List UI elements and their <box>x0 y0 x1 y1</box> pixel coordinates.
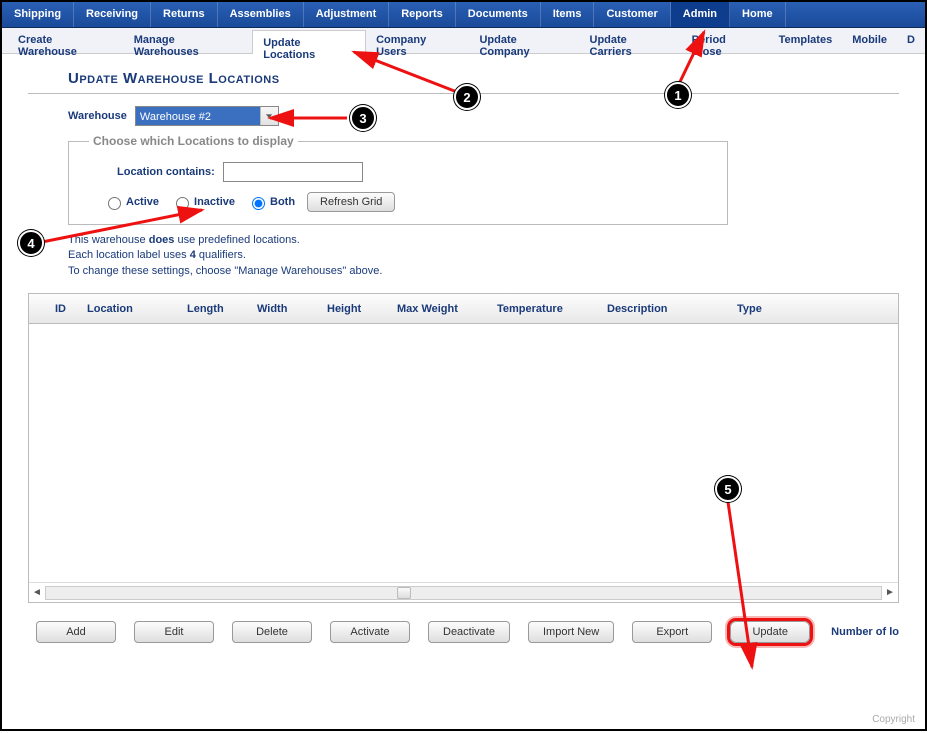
subnav-update-company[interactable]: Update Company <box>469 28 579 53</box>
col-length[interactable]: Length <box>179 297 249 321</box>
horizontal-scrollbar[interactable]: ◄ ► <box>29 582 898 602</box>
nav-admin[interactable]: Admin <box>671 2 730 27</box>
subnav-update-carriers[interactable]: Update Carriers <box>580 28 682 53</box>
warehouse-select[interactable]: Warehouse #2 <box>135 106 279 126</box>
col-location[interactable]: Location <box>79 297 179 321</box>
activate-button[interactable]: Activate <box>330 621 410 643</box>
subnav-manage-warehouses[interactable]: Manage Warehouses <box>124 28 253 53</box>
scroll-track[interactable] <box>45 586 882 600</box>
info-text: To change these settings, choose "Manage… <box>68 264 899 279</box>
info-text: use predefined locations. <box>174 234 299 246</box>
radio-active[interactable] <box>108 197 121 210</box>
col-temperature[interactable]: Temperature <box>489 297 599 321</box>
sub-nav: Create Warehouse Manage Warehouses Updat… <box>2 28 925 54</box>
subnav-period-close[interactable]: Period Close <box>682 28 769 53</box>
page-title: Update Warehouse Locations <box>28 66 899 94</box>
add-button[interactable]: Add <box>36 621 116 643</box>
import-new-button[interactable]: Import New <box>528 621 614 643</box>
refresh-grid-button[interactable]: Refresh Grid <box>307 192 395 212</box>
radio-both[interactable] <box>252 197 265 210</box>
subnav-create-warehouse[interactable]: Create Warehouse <box>8 28 124 53</box>
subnav-company-users[interactable]: Company Users <box>366 28 469 53</box>
nav-items[interactable]: Items <box>541 2 595 27</box>
col-max-weight[interactable]: Max Weight <box>389 297 489 321</box>
deactivate-button[interactable]: Deactivate <box>428 621 510 643</box>
nav-assemblies[interactable]: Assemblies <box>218 2 304 27</box>
info-text: Each location label uses <box>68 249 190 261</box>
col-id[interactable]: ID <box>29 297 79 321</box>
info-block: This warehouse does use predefined locat… <box>28 233 899 279</box>
filters-fieldset: Choose which Locations to display Locati… <box>68 134 728 225</box>
col-type[interactable]: Type <box>729 297 809 321</box>
grid-body[interactable] <box>29 324 898 582</box>
nav-documents[interactable]: Documents <box>456 2 541 27</box>
radio-both-label[interactable]: Both <box>247 194 295 210</box>
radio-active-label[interactable]: Active <box>103 194 159 210</box>
nav-returns[interactable]: Returns <box>151 2 218 27</box>
update-button[interactable]: Update <box>730 621 810 643</box>
radio-inactive-label[interactable]: Inactive <box>171 194 235 210</box>
info-text: qualifiers. <box>196 249 246 261</box>
edit-button[interactable]: Edit <box>134 621 214 643</box>
location-contains-label: Location contains: <box>117 166 215 178</box>
action-bar: Add Edit Delete Activate Deactivate Impo… <box>28 603 899 643</box>
info-bold: does <box>149 234 175 246</box>
info-text: This warehouse <box>68 234 149 246</box>
radio-active-text: Active <box>126 196 159 208</box>
subnav-truncated[interactable]: D <box>897 28 925 53</box>
subnav-mobile[interactable]: Mobile <box>842 28 897 53</box>
grid-header: ID Location Length Width Height Max Weig… <box>29 294 898 324</box>
col-height[interactable]: Height <box>319 297 389 321</box>
number-of-locations-label: Number of lo <box>831 626 899 638</box>
nav-customer[interactable]: Customer <box>594 2 670 27</box>
nav-home[interactable]: Home <box>730 2 786 27</box>
top-nav: Shipping Receiving Returns Assemblies Ad… <box>2 2 925 28</box>
col-width[interactable]: Width <box>249 297 319 321</box>
subnav-templates[interactable]: Templates <box>769 28 843 53</box>
scroll-thumb[interactable] <box>397 587 411 599</box>
delete-button[interactable]: Delete <box>232 621 312 643</box>
filters-legend: Choose which Locations to display <box>89 134 298 148</box>
export-button[interactable]: Export <box>632 621 712 643</box>
col-description[interactable]: Description <box>599 297 729 321</box>
location-contains-input[interactable] <box>223 162 363 182</box>
radio-inactive-text: Inactive <box>194 196 235 208</box>
radio-both-text: Both <box>270 196 295 208</box>
footer-copyright: Copyright <box>872 714 915 725</box>
scroll-right-icon[interactable]: ► <box>882 587 898 598</box>
nav-adjustment[interactable]: Adjustment <box>304 2 390 27</box>
chevron-down-icon[interactable] <box>260 107 278 125</box>
scroll-left-icon[interactable]: ◄ <box>29 587 45 598</box>
warehouse-label: Warehouse <box>68 110 127 122</box>
warehouse-selected-value: Warehouse #2 <box>136 107 260 125</box>
subnav-update-locations[interactable]: Update Locations <box>252 30 366 54</box>
nav-shipping[interactable]: Shipping <box>2 2 74 27</box>
nav-reports[interactable]: Reports <box>389 2 456 27</box>
radio-inactive[interactable] <box>176 197 189 210</box>
locations-grid: ID Location Length Width Height Max Weig… <box>28 293 899 603</box>
nav-receiving[interactable]: Receiving <box>74 2 151 27</box>
